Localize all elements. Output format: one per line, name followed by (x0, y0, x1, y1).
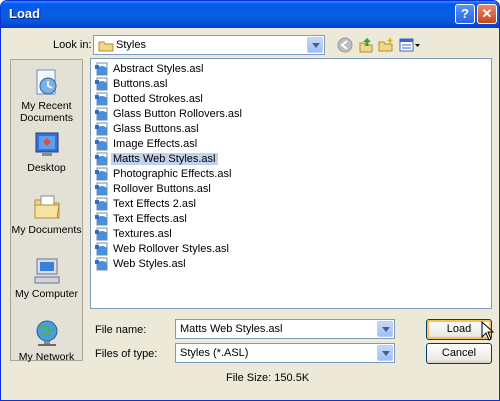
file-name: Abstract Styles.asl (113, 63, 204, 75)
file-list[interactable]: Abstract Styles.asl Buttons.asl Dotted Str… (90, 58, 492, 309)
file-name-value: Matts Web Styles.asl (180, 323, 283, 335)
file-name: Buttons.asl (113, 78, 168, 90)
help-button[interactable]: ? (455, 4, 475, 24)
file-name: Web Rollover Styles.asl (113, 243, 229, 255)
style-file-icon (95, 77, 108, 91)
style-file-icon (95, 197, 108, 211)
style-file-icon (95, 152, 108, 166)
style-file-icon (95, 242, 108, 256)
file-name-field[interactable]: Matts Web Styles.asl (175, 319, 395, 339)
folder-icon (98, 41, 114, 52)
chevron-down-icon[interactable] (307, 37, 323, 53)
place-label: My Documents (11, 224, 82, 236)
file-name: Textures.asl (113, 228, 172, 240)
back-icon[interactable] (337, 37, 353, 53)
look-in-value: Styles (116, 39, 146, 51)
place-label: My Network (18, 351, 75, 363)
file-name: Text Effects.asl (113, 213, 187, 225)
style-file-icon (95, 182, 108, 196)
file-name: Web Styles.asl (113, 258, 186, 270)
place-my-computer[interactable]: My Computer (11, 256, 82, 300)
style-file-icon (95, 62, 108, 76)
place-my-recent-documents[interactable]: My Recent Documents (11, 68, 82, 124)
file-size-status: File Size: 150.5K (226, 372, 310, 384)
file-name: Glass Buttons.asl (113, 123, 199, 135)
style-file-icon (95, 92, 108, 106)
style-file-icon (95, 122, 108, 136)
my-documents-icon (32, 192, 62, 222)
file-name: Photographic Effects.asl (113, 168, 232, 180)
dialog-title: Load (9, 6, 41, 21)
look-in-label: Look in: (53, 39, 92, 51)
close-button[interactable]: ✕ (477, 4, 497, 24)
view-menu-icon[interactable] (399, 37, 421, 53)
recent-documents-icon (32, 68, 62, 98)
file-name: Image Effects.asl (113, 138, 198, 150)
up-folder-icon[interactable] (358, 37, 374, 53)
place-desktop[interactable]: Desktop (11, 130, 82, 174)
style-file-icon (95, 212, 108, 226)
file-name: Dotted Strokes.asl (113, 93, 203, 105)
file-name: Matts Web Styles.asl (111, 153, 218, 165)
my-computer-icon (32, 256, 62, 286)
file-type-label: Files of type: (95, 348, 158, 360)
load-dialog: Load ? ✕ Look in: Styles My Recent Docum… (0, 0, 500, 401)
place-label: Desktop (27, 162, 66, 174)
chevron-down-icon[interactable] (377, 345, 393, 361)
style-file-icon (95, 137, 108, 151)
place-label: Documents (19, 112, 74, 124)
file-name: Rollover Buttons.asl (113, 183, 211, 195)
title-bar[interactable]: Load ? ✕ (1, 1, 499, 28)
place-my-network[interactable]: My Network (11, 319, 82, 363)
style-file-icon (95, 107, 108, 121)
desktop-icon (32, 130, 62, 160)
file-type-dropdown[interactable]: Styles (*.ASL) (175, 343, 395, 363)
my-network-icon (32, 319, 62, 349)
place-label: My Computer (14, 288, 78, 300)
file-name: Glass Button Rollovers.asl (113, 108, 242, 120)
cancel-button[interactable]: Cancel (426, 343, 492, 364)
new-folder-icon[interactable] (378, 37, 394, 53)
look-in-dropdown[interactable]: Styles (93, 35, 325, 55)
file-name: Text Effects 2.asl (113, 198, 196, 210)
places-bar: My Recent Documents Desktop My Documents… (10, 59, 83, 363)
chevron-down-icon[interactable] (377, 321, 393, 337)
file-name-label: File name: (95, 324, 147, 336)
style-file-icon (95, 167, 108, 181)
file-type-value: Styles (*.ASL) (180, 347, 249, 359)
place-my-documents[interactable]: My Documents (11, 192, 82, 236)
style-file-icon (95, 227, 108, 241)
place-label: My Recent (21, 100, 72, 112)
style-file-icon (95, 257, 108, 271)
mouse-cursor-icon (481, 321, 495, 341)
